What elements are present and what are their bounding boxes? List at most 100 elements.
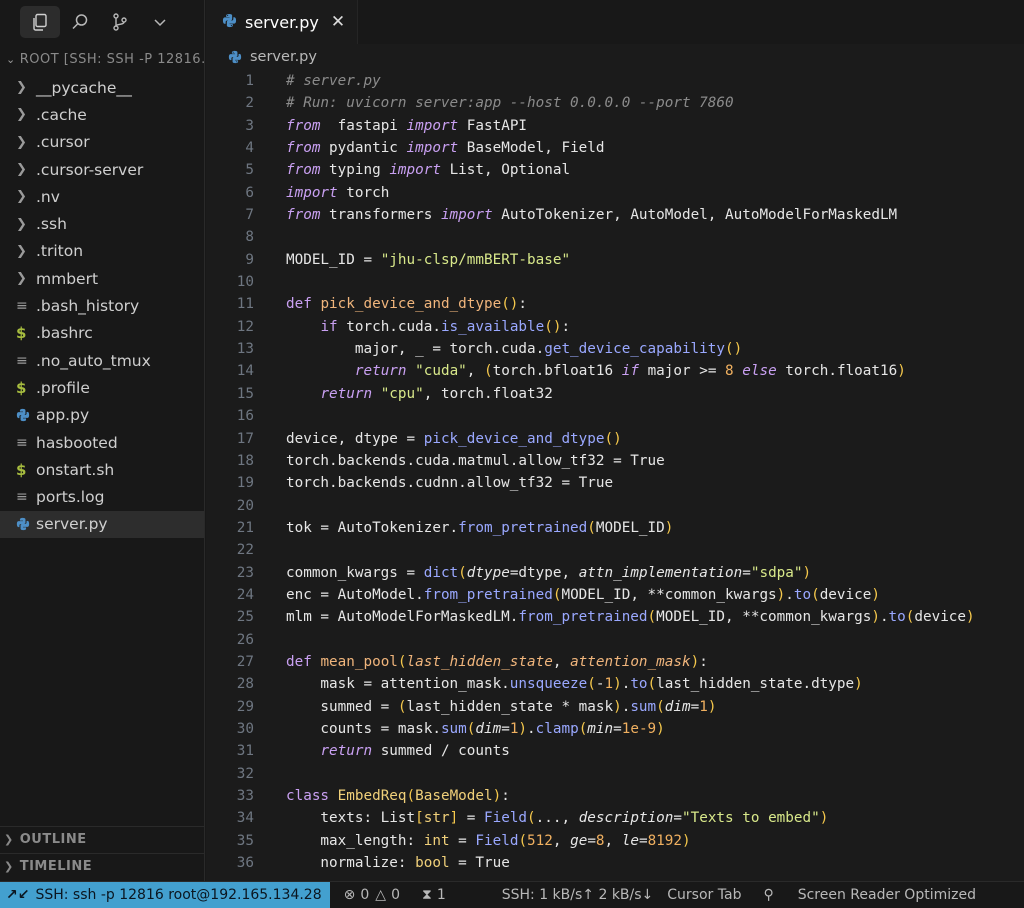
code-token: ) xyxy=(613,698,622,715)
tree-item-label: .cursor xyxy=(36,133,90,152)
code-text: texts: List[str] = Field(..., descriptio… xyxy=(254,807,828,829)
tree-item[interactable]: ❯ .cache xyxy=(0,101,204,128)
code-token: sum xyxy=(440,720,467,737)
chevron-right-icon: ❯ xyxy=(16,107,27,123)
line-number: 6 xyxy=(245,184,254,201)
editor: server.py ✕ server.py 1 # server.py 2 # Run… xyxy=(206,0,1024,881)
code-token: fastapi xyxy=(320,117,407,134)
code-token: last_hidden_state * mask xyxy=(406,698,614,715)
tree-item[interactable]: ≡ .no_auto_tmux xyxy=(0,347,204,374)
code-token: EmbedReq xyxy=(337,788,407,804)
code-token: from xyxy=(286,140,321,157)
transfer-indicator[interactable]: SSH: 1 kB/s↑ 2 kB/s↓ xyxy=(502,887,654,903)
line-number: 16 xyxy=(236,408,254,425)
code-token: ) xyxy=(776,586,786,603)
tree-item[interactable]: $ onstart.sh xyxy=(0,456,204,483)
code-token: to xyxy=(793,586,812,603)
code-line: 18 torch.backends.cuda.matmul.allow_tf32 … xyxy=(206,450,1024,472)
code-token: BaseModel, Field xyxy=(458,140,605,157)
code-token: ) xyxy=(518,720,528,737)
tree-item-label: .nv xyxy=(36,187,60,206)
tree-item[interactable]: ❯ .triton xyxy=(0,238,204,265)
search-button[interactable] xyxy=(60,6,100,38)
code-area[interactable]: 1 # server.py 2 # Run: uvicorn server:app -… xyxy=(206,70,1024,874)
line-number: 9 xyxy=(245,251,254,268)
python-file-icon xyxy=(222,13,245,32)
code-token: int xyxy=(423,832,450,849)
chevron-right-icon: ❯ xyxy=(16,271,27,287)
tab-bar: server.py ✕ xyxy=(206,0,1024,44)
code-token: = xyxy=(690,698,700,715)
screen-reader-button[interactable]: Screen Reader Optimized xyxy=(798,887,976,903)
timeline-section[interactable]: ❯ TIMELINE xyxy=(0,853,205,879)
tree-item-label: .bashrc xyxy=(36,324,93,343)
code-token: import xyxy=(389,162,441,179)
explorer-button[interactable] xyxy=(20,6,60,38)
line-number: 31 xyxy=(236,743,254,760)
tree-item-label: app.py xyxy=(36,406,90,425)
tree-item[interactable]: ❯ mmbert xyxy=(0,265,204,292)
code-token: min xyxy=(587,720,614,737)
timeline-label: TIMELINE xyxy=(19,859,93,874)
code-token: ( xyxy=(587,519,596,536)
code-token: = xyxy=(638,832,648,849)
code-token: ) xyxy=(871,609,880,626)
code-token: = xyxy=(458,810,484,827)
code-line: 17 device, dtype = pick_device_and_dtype(… xyxy=(206,428,1024,450)
explorer-header[interactable]: ⌄ ROOT [SSH: SSH -P 12816... xyxy=(0,44,204,74)
code-token: BaseModel xyxy=(415,788,493,804)
tree-item[interactable]: app.py xyxy=(0,402,204,429)
code-token: ( xyxy=(458,564,467,581)
code-line: 8 xyxy=(206,226,1024,248)
line-number: 11 xyxy=(236,296,254,313)
problems-indicator[interactable]: ⊗ 0 △ 0 xyxy=(344,887,400,903)
tree-item[interactable]: ≡ ports.log xyxy=(0,483,204,510)
breadcrumb[interactable]: server.py xyxy=(206,44,1024,70)
tree-item[interactable]: ❯ .cursor xyxy=(0,129,204,156)
error-count: 0 xyxy=(360,887,370,903)
code-line: 35 max_length: int = Field(512, ge=8, le… xyxy=(206,830,1024,852)
code-token: counts = mask. xyxy=(286,720,441,737)
line-number: 19 xyxy=(236,475,254,492)
code-token: return xyxy=(354,363,407,380)
cursor-tab-button[interactable]: Cursor Tab xyxy=(667,887,741,903)
code-token: ( xyxy=(484,363,493,380)
line-number: 27 xyxy=(236,653,254,670)
close-icon[interactable]: ✕ xyxy=(331,12,345,32)
tree-item[interactable]: $ .profile xyxy=(0,374,204,401)
tree-item[interactable]: ≡ hasbooted xyxy=(0,429,204,456)
line-number: 20 xyxy=(236,497,254,514)
remote-indicator[interactable]: ↗↙ SSH: ssh -p 12816 root@192.165.134.28 xyxy=(0,881,330,908)
code-text: counts = mask.sum(dim=1).clamp(min=1e-9) xyxy=(254,718,665,740)
zoom-button[interactable]: ⚲ xyxy=(763,887,773,903)
code-token: 1 xyxy=(699,698,708,715)
tree-item-label: .profile xyxy=(36,378,90,397)
ports-indicator[interactable]: ⧗ 1 xyxy=(422,887,446,903)
tree-item[interactable]: ❯ .nv xyxy=(0,183,204,210)
tree-item[interactable]: ❯ .cursor-server xyxy=(0,156,204,183)
more-views-button[interactable] xyxy=(140,6,180,38)
code-text: enc = AutoModel.from_pretrained (MODEL_ID… xyxy=(254,584,880,606)
line-number: 35 xyxy=(236,832,254,849)
chevron-right-icon: ❯ xyxy=(4,833,14,846)
code-token: ( xyxy=(587,676,596,693)
chevron-right-icon: ❯ xyxy=(16,134,27,150)
tree-item[interactable]: ❯ .ssh xyxy=(0,210,204,237)
code-token: major >= xyxy=(638,363,726,380)
code-line: 21 tok = AutoTokenizer.from_pretrained(MO… xyxy=(206,517,1024,539)
tree-item-label: .cursor-server xyxy=(36,160,144,179)
code-token: ) xyxy=(656,720,665,737)
tab-server-py[interactable]: server.py ✕ xyxy=(206,0,359,44)
tree-item[interactable]: $ .bashrc xyxy=(0,320,204,347)
tree-item[interactable]: ≡ .bash_history xyxy=(0,292,204,319)
code-token: torch.backends.cuda.matmul.allow_tf32 = … xyxy=(286,452,665,469)
tree-item[interactable]: server.py xyxy=(0,510,204,539)
source-control-button[interactable] xyxy=(100,6,140,38)
outline-section[interactable]: ❯ OUTLINE xyxy=(0,826,205,852)
code-token: from xyxy=(286,207,321,224)
tree-item[interactable]: ❯ __pycache__ xyxy=(0,74,204,101)
python-file-icon xyxy=(16,517,34,531)
code-token: "Texts to embed" xyxy=(682,810,820,827)
code-token: ( xyxy=(647,676,657,693)
line-number: 32 xyxy=(236,765,254,782)
